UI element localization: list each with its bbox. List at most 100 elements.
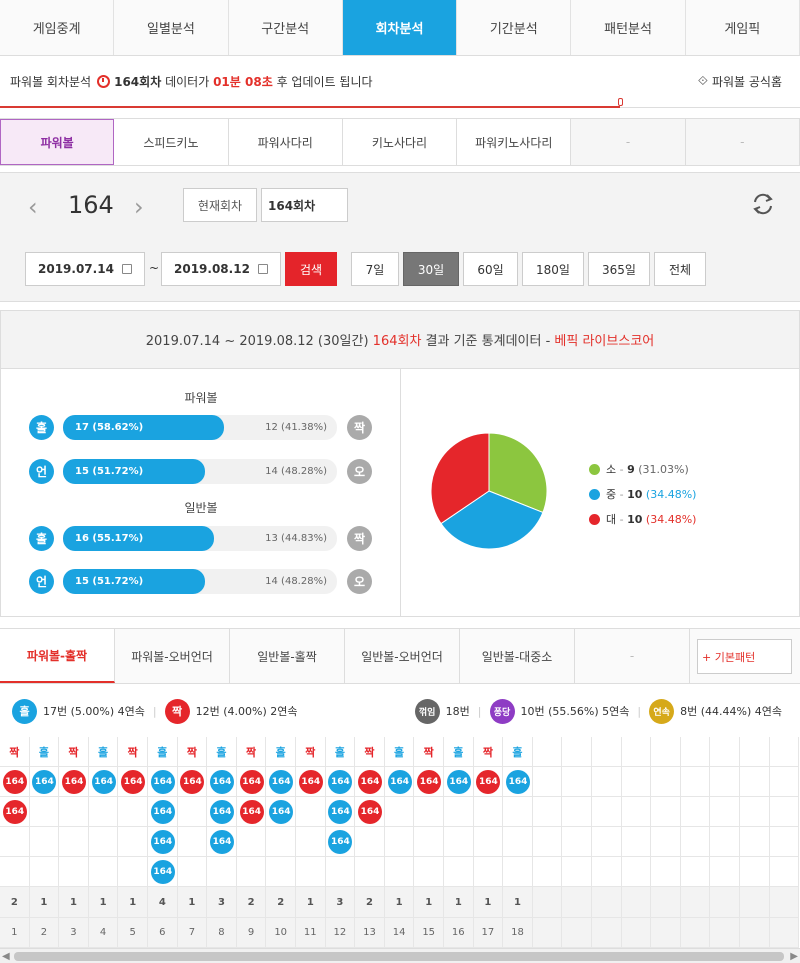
result-ball[interactable]: 164 — [269, 800, 294, 824]
streak-count-cell — [680, 887, 711, 918]
grid-cell — [740, 767, 770, 797]
refresh-icon[interactable] — [750, 191, 776, 217]
result-ball[interactable]: 164 — [387, 770, 412, 794]
period-365-days[interactable]: 365일 — [588, 252, 650, 286]
grid-cell — [769, 827, 800, 857]
period-60-days[interactable]: 60일 — [463, 252, 518, 286]
round-input[interactable]: 164회차 — [261, 188, 348, 222]
grid-cell — [532, 857, 563, 887]
result-ball[interactable]: 164 — [269, 770, 294, 794]
result-ball[interactable]: 164 — [2, 770, 27, 794]
grid-header-cell — [740, 737, 770, 767]
result-ball[interactable]: 164 — [209, 830, 234, 854]
end-date-field[interactable]: 2019.08.12 — [161, 252, 281, 286]
grid-cell — [503, 827, 533, 857]
grid-cell — [355, 827, 385, 857]
official-home-link[interactable]: ⟐ 파워볼 공식홈 — [698, 73, 782, 90]
streak-count-cell: 1 — [473, 887, 504, 918]
tab-period-analysis[interactable]: 기간분석 — [457, 0, 572, 55]
result-ball[interactable]: 164 — [209, 770, 234, 794]
grid-header-cell: 홀 — [325, 737, 356, 767]
result-ball[interactable]: 164 — [150, 830, 175, 854]
pattern-grid: 짝 164 164 홀 164 짝 164 홀 164 짝 164 홀 164 164 164 164 짝 164… — [0, 737, 800, 948]
game-tab-speedkeno[interactable]: 스피드키노 — [114, 119, 229, 165]
horizontal-scrollbar[interactable]: ◀ ▶ — [0, 948, 800, 963]
next-round-button[interactable]: › — [134, 193, 144, 221]
period-30-days[interactable]: 30일 — [403, 252, 459, 286]
stat-left-text: 15 (51.72%) — [75, 576, 144, 587]
result-ball[interactable]: 164 — [61, 770, 86, 794]
pattern-tab-nb-over-under[interactable]: 일반볼-오버언더 — [345, 629, 460, 683]
result-ball[interactable]: 164 — [150, 770, 175, 794]
grid-header-cell — [710, 737, 740, 767]
tab-range-analysis[interactable]: 구간분석 — [229, 0, 343, 55]
pattern-tab-nb-odd-even[interactable]: 일반볼-홀짝 — [230, 629, 345, 683]
basic-pattern-button[interactable]: + 기본패턴 — [697, 639, 792, 674]
result-ball[interactable]: 164 — [357, 800, 382, 824]
start-date-field[interactable]: 2019.07.14 — [25, 252, 145, 286]
tab-daily-analysis[interactable]: 일별분석 — [114, 0, 229, 55]
tab-round-analysis[interactable]: 회차분석 — [342, 0, 458, 55]
grid-header-cell: 홀 — [29, 737, 60, 767]
result-ball[interactable]: 164 — [150, 860, 175, 884]
grid-header-cell: 짝 — [236, 737, 267, 767]
game-tab-keno-ladder[interactable]: 키노사다리 — [342, 119, 458, 165]
grid-cell — [592, 827, 622, 857]
pattern-tab-nb-size[interactable]: 일반볼-대중소 — [460, 629, 575, 683]
result-ball[interactable]: 164 — [32, 770, 57, 794]
result-ball[interactable]: 164 — [505, 770, 530, 794]
streak-count-cell: 4 — [148, 887, 178, 918]
result-ball[interactable]: 164 — [2, 800, 27, 824]
scroll-left-arrow-icon[interactable]: ◀ — [2, 951, 10, 962]
odd-icon: 홀 — [29, 526, 54, 551]
result-ball[interactable]: 164 — [446, 770, 471, 794]
result-ball[interactable]: 164 — [328, 770, 353, 794]
grid-cell — [59, 827, 89, 857]
period-all[interactable]: 전체 — [654, 252, 706, 286]
column-index-cell — [562, 918, 592, 948]
tab-game-relay[interactable]: 게임중계 — [0, 0, 115, 55]
stat-right-text: 13 (44.83%) — [265, 533, 327, 544]
grid-cell — [562, 767, 592, 797]
scroll-thumb[interactable] — [14, 952, 784, 961]
tab-pattern-analysis[interactable]: 패턴분석 — [571, 0, 686, 55]
tab-game-pick[interactable]: 게임픽 — [686, 0, 800, 55]
result-ball[interactable]: 164 — [328, 830, 353, 854]
result-ball[interactable]: 164 — [417, 770, 442, 794]
result-ball[interactable]: 164 — [121, 770, 146, 794]
legend-sep: - — [619, 487, 624, 501]
result-ball[interactable]: 164 — [476, 770, 501, 794]
current-round-button[interactable]: 현재회차 — [183, 188, 257, 222]
stat-bar-row: 언 15 (51.72%) 14 (48.28%) 오 — [29, 568, 374, 595]
grid-cell: 164 — [0, 767, 30, 797]
pattern-tab-pb-over-under[interactable]: 파워볼-오버언더 — [115, 629, 230, 683]
period-7-days[interactable]: 7일 — [351, 252, 399, 286]
result-ball[interactable]: 164 — [180, 770, 205, 794]
result-ball[interactable]: 164 — [239, 800, 264, 824]
result-ball[interactable]: 164 — [209, 800, 234, 824]
stat-bar-row: 홀 16 (55.17%) 13 (44.83%) 짝 — [29, 525, 374, 552]
game-tab-powerball[interactable]: 파워볼 — [0, 119, 115, 165]
pattern-tabs: 파워볼-홀짝 파워볼-오버언더 일반볼-홀짝 일반볼-오버언더 일반볼-대중소 … — [0, 628, 800, 684]
streak-count-cell: 1 — [29, 887, 60, 918]
grid-cell — [651, 797, 681, 827]
result-ball[interactable]: 164 — [150, 800, 175, 824]
prev-round-button[interactable]: ‹ — [28, 193, 38, 221]
game-tab-powerkeno-ladder[interactable]: 파워키노사다리 — [457, 119, 572, 165]
column-index-cell: 6 — [148, 918, 178, 948]
result-ball[interactable]: 164 — [357, 770, 382, 794]
pattern-tab-pb-odd-even[interactable]: 파워볼-홀짝 — [0, 629, 115, 683]
stat-right-text: 14 (48.28%) — [265, 576, 327, 587]
result-ball[interactable]: 164 — [328, 800, 353, 824]
period-180-days[interactable]: 180일 — [522, 252, 584, 286]
search-button[interactable]: 검색 — [285, 252, 337, 286]
grid-header-cell — [621, 737, 652, 767]
result-ball[interactable]: 164 — [239, 770, 264, 794]
result-ball[interactable]: 164 — [298, 770, 323, 794]
grid-cell: 164 — [148, 767, 178, 797]
official-home-label: 파워볼 공식홈 — [711, 75, 782, 89]
game-tab-power-ladder[interactable]: 파워사다리 — [228, 119, 343, 165]
scroll-right-arrow-icon[interactable]: ▶ — [790, 951, 798, 962]
result-ball[interactable]: 164 — [91, 770, 116, 794]
stats-mid: 결과 기준 통계데이터 - — [425, 334, 551, 349]
